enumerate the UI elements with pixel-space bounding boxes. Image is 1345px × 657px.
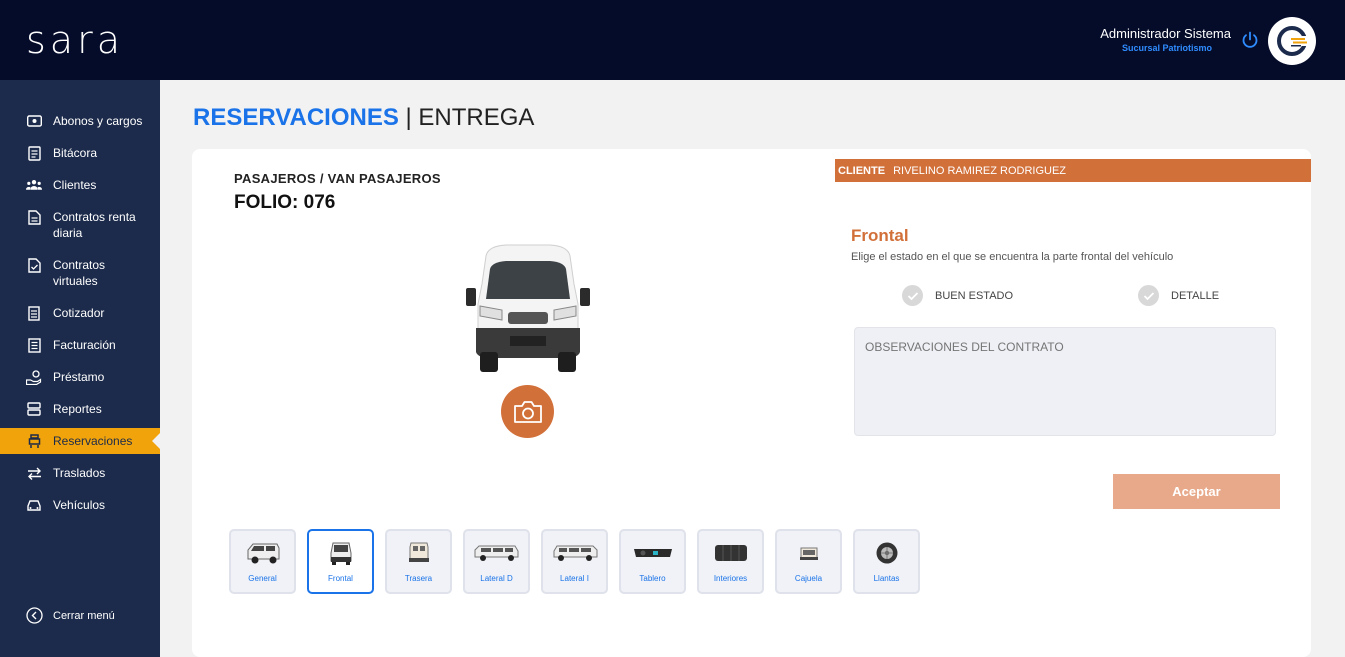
logbook-icon — [26, 145, 42, 161]
section-title: Frontal — [851, 226, 909, 245]
thumbnail-general[interactable]: General — [229, 529, 296, 594]
thumbnail-interiores[interactable]: Interiores — [697, 529, 764, 594]
observations-field[interactable] — [854, 327, 1276, 436]
section-description: Elige el estado en el que se encuentra l… — [851, 251, 1174, 263]
thumbnail-lateral-d[interactable]: Lateral D — [463, 529, 530, 594]
top-bar: sara Administrador Sistema Sucursal Patr… — [0, 0, 1345, 80]
sidebar-item-abonos[interactable]: Abonos y cargos — [0, 113, 160, 129]
sidebar-item-label: Préstamo — [53, 370, 105, 384]
option-detalle[interactable]: DETALLE — [1138, 285, 1219, 306]
vehicle-category: PASAJEROS / VAN PASAJEROS — [234, 171, 441, 186]
sidebar: Abonos y cargos Bitácora Clientes Contra… — [0, 80, 160, 657]
virtual-contract-icon — [26, 257, 42, 273]
sidebar-item-reportes[interactable]: Reportes — [0, 401, 160, 417]
thumbnail-cajuela[interactable]: Cajuela — [775, 529, 842, 594]
thumbnail-label: Frontal — [328, 574, 353, 583]
thumbnail-label: Llantas — [873, 574, 900, 583]
folio: FOLIO: 076 — [234, 192, 336, 213]
loan-icon — [26, 369, 42, 385]
option-label: DETALLE — [1171, 289, 1220, 302]
thumbnail-llantas[interactable]: Llantas — [853, 529, 920, 594]
avatar[interactable] — [1268, 17, 1316, 65]
close-menu-button[interactable]: Cerrar menú — [26, 607, 115, 624]
van-left-icon — [553, 545, 597, 561]
app-logo[interactable]: sara — [26, 18, 124, 62]
check-icon — [1138, 285, 1159, 306]
van-rear-icon — [408, 542, 429, 562]
page-title-sub: ENTREGA — [418, 104, 535, 131]
tire-icon — [876, 542, 897, 564]
sidebar-item-facturacion[interactable]: Facturación — [0, 337, 160, 353]
page-title-main: RESERVACIONES — [193, 104, 399, 131]
thumbnail-label: Tablero — [639, 574, 666, 583]
accept-button[interactable]: Aceptar — [1113, 474, 1280, 509]
sidebar-item-traslados[interactable]: Traslados — [0, 465, 160, 481]
car-icon — [26, 497, 42, 513]
sidebar-item-bitacora[interactable]: Bitácora — [0, 145, 160, 161]
quote-icon — [26, 305, 42, 321]
page-title-separator: | — [405, 104, 412, 131]
van-front-image — [466, 244, 590, 374]
sidebar-item-label: Vehículos — [53, 498, 106, 512]
trunk-icon — [799, 547, 818, 560]
chevron-left-circle-icon — [26, 607, 43, 624]
transfer-icon — [26, 465, 42, 481]
reports-icon — [26, 401, 42, 417]
thumbnail-label: General — [248, 574, 277, 583]
user-name: Administrador Sistema — [1100, 26, 1231, 41]
sidebar-item-label: Reportes — [53, 402, 102, 416]
thumbnail-label: Cajuela — [794, 574, 823, 583]
client-bar: CLIENTE RIVELINO RAMIREZ RODRIGUEZ — [835, 159, 1311, 182]
thumbnail-label: Lateral I — [560, 574, 589, 583]
contract-icon — [26, 209, 42, 225]
client-name: RIVELINO RAMIREZ RODRIGUEZ — [893, 164, 1067, 177]
sidebar-item-label: Bitácora — [53, 146, 98, 160]
thumbnail-frontal[interactable]: Frontal — [307, 529, 374, 594]
users-icon — [26, 177, 42, 193]
thumbnail-label: Trasera — [404, 574, 433, 583]
reservations-icon — [26, 433, 42, 449]
sidebar-item-label: Reservaciones — [53, 434, 133, 448]
sidebar-item-reservaciones[interactable]: Reservaciones — [0, 428, 160, 454]
sidebar-item-label: Facturación — [53, 338, 116, 352]
sidebar-item-label: Contratos renta diaria — [53, 210, 136, 240]
sidebar-item-label: Traslados — [53, 466, 106, 480]
invoice-icon — [26, 337, 42, 353]
option-label: BUEN ESTADO — [935, 289, 1014, 302]
page-title: RESERVACIONES | ENTREGA — [193, 104, 534, 132]
power-icon[interactable] — [1241, 31, 1259, 49]
thumbnail-trasera[interactable]: Trasera — [385, 529, 452, 594]
sidebar-item-label: Clientes — [53, 178, 97, 192]
inspection-card: PASAJEROS / VAN PASAJEROS FOLIO: 076 CLI… — [192, 149, 1311, 657]
camera-button[interactable] — [501, 385, 554, 438]
van-side-icon — [247, 543, 279, 564]
seats-icon — [714, 545, 747, 561]
dashboard-icon — [633, 549, 672, 557]
van-front-icon — [466, 244, 590, 372]
sidebar-item-prestamo[interactable]: Préstamo — [0, 369, 160, 385]
company-logo-icon — [1277, 26, 1308, 56]
thumbnail-label: Lateral D — [480, 574, 513, 583]
sidebar-item-clientes[interactable]: Clientes — [0, 177, 160, 193]
thumbnail-tablero[interactable]: Tablero — [619, 529, 686, 594]
money-icon — [26, 113, 42, 129]
close-menu-label: Cerrar menú — [53, 609, 115, 622]
sidebar-item-label: Contratos virtuales — [53, 258, 106, 288]
sidebar-item-contratos-renta[interactable]: Contratos renta diaria — [0, 209, 160, 241]
sidebar-item-contratos-virtuales[interactable]: Contratos virtuales — [0, 257, 160, 289]
van-front-icon — [330, 542, 351, 565]
sidebar-item-vehiculos[interactable]: Vehículos — [0, 497, 160, 513]
thumbnail-label: Interiores — [713, 574, 748, 583]
user-branch: Sucursal Patriotismo — [1121, 43, 1212, 53]
van-right-icon — [474, 545, 518, 561]
thumbnail-lateral-i[interactable]: Lateral I — [541, 529, 608, 594]
option-buen-estado[interactable]: BUEN ESTADO — [902, 285, 1013, 306]
camera-icon — [513, 400, 542, 423]
client-label: CLIENTE — [838, 164, 886, 177]
sidebar-item-cotizador[interactable]: Cotizador — [0, 305, 160, 321]
check-icon — [902, 285, 923, 306]
sidebar-item-label: Abonos y cargos — [53, 114, 143, 128]
sidebar-item-label: Cotizador — [53, 306, 105, 320]
